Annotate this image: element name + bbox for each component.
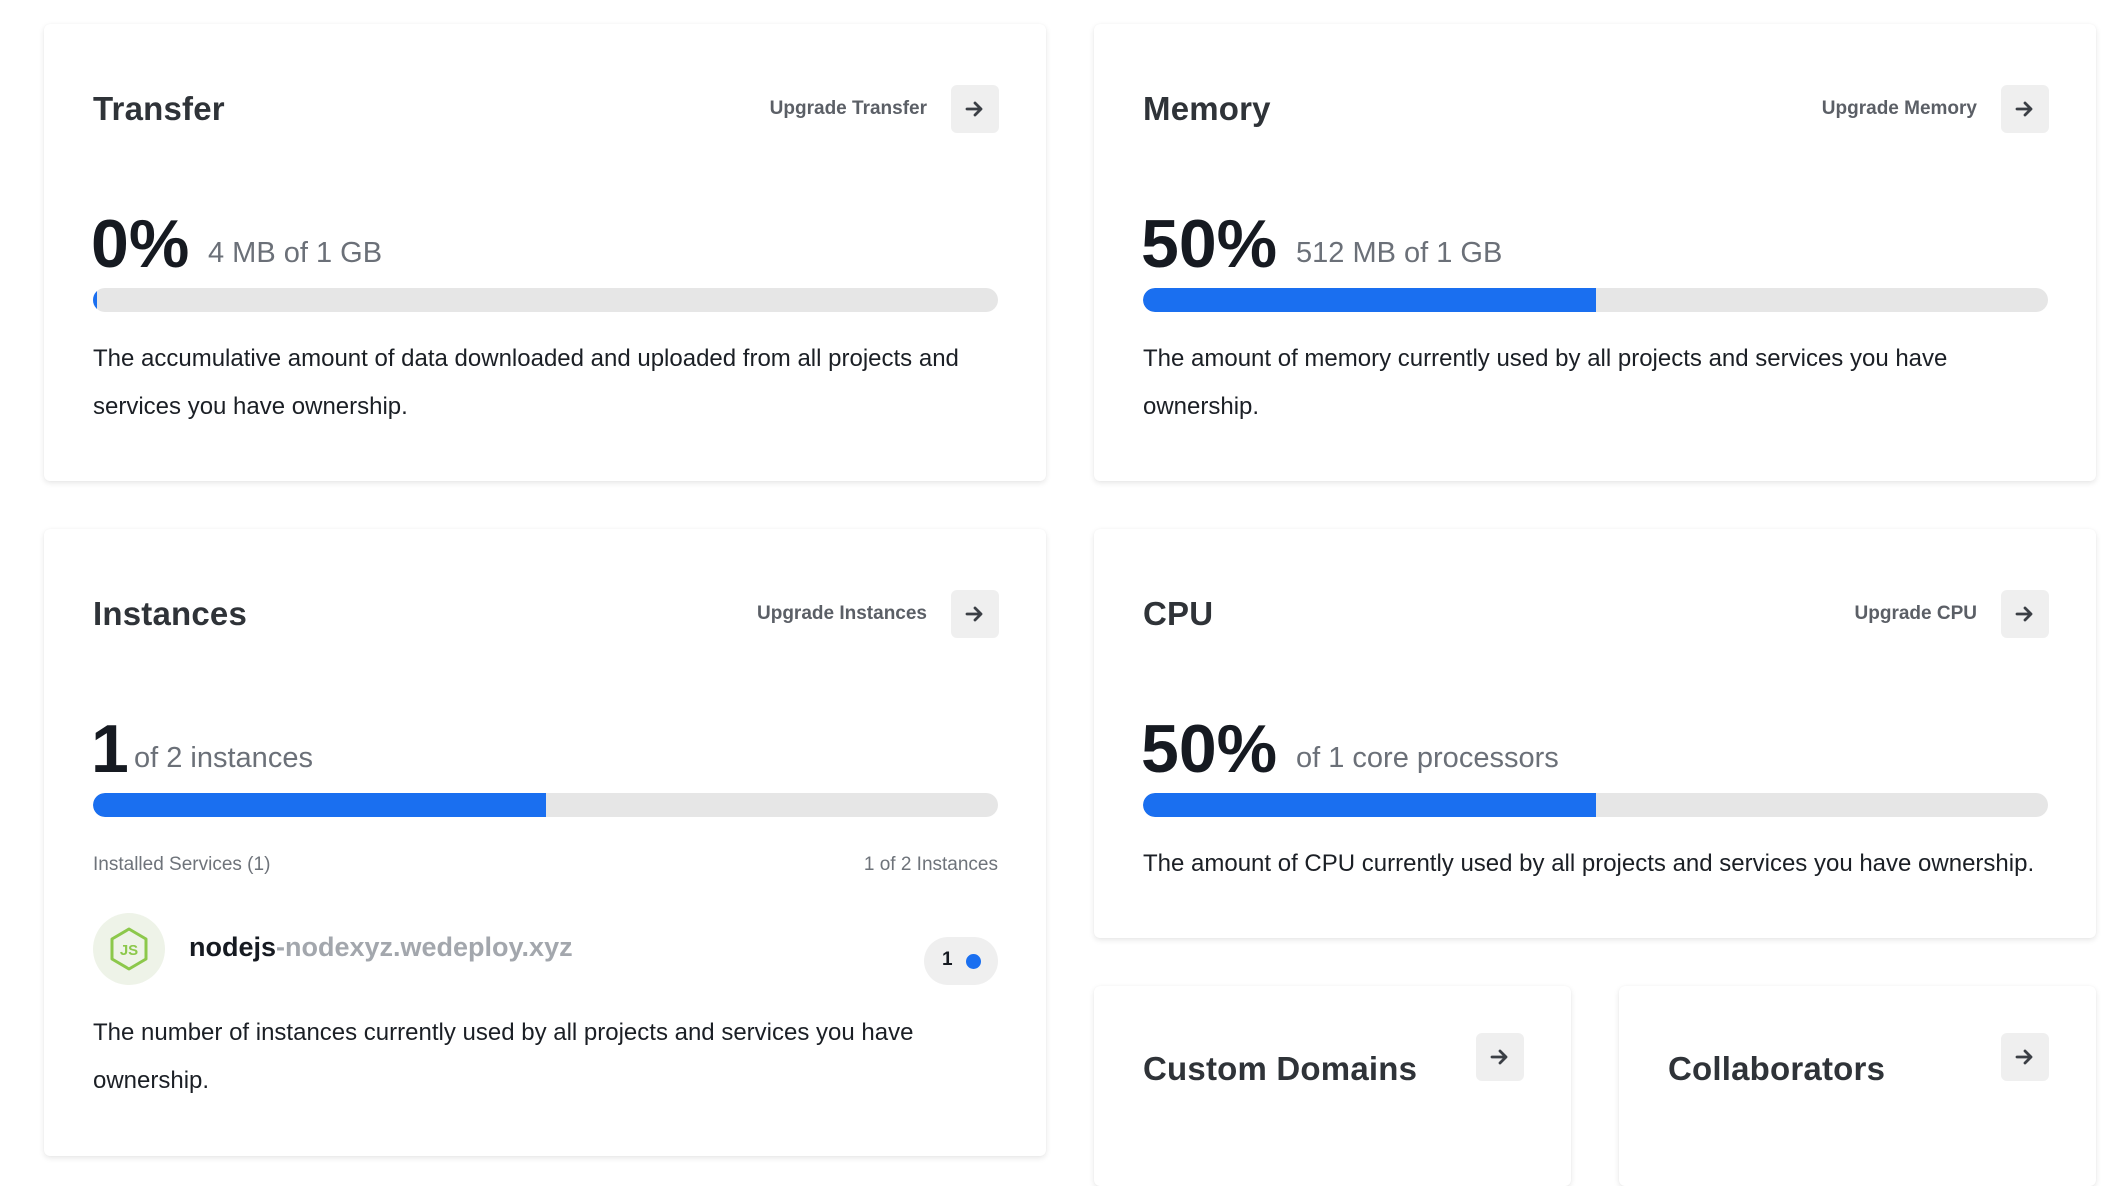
memory-detail: 512 MB of 1 GB <box>1296 237 1503 269</box>
memory-card: Memory Upgrade Memory 50% 512 MB of 1 GB… <box>1094 24 2096 481</box>
transfer-percent: 0% <box>91 206 190 282</box>
cpu-percent: 50% <box>1141 711 1278 787</box>
transfer-progress-fill <box>93 288 97 312</box>
instances-usage-label: 1 of 2 Instances <box>863 854 998 875</box>
service-instance-pill[interactable]: 1 <box>924 937 998 985</box>
custom-domains-arrow-button[interactable] <box>1476 1033 1524 1081</box>
transfer-progress-bar <box>93 288 998 312</box>
upgrade-instances-link[interactable]: Upgrade Instances <box>757 603 927 625</box>
instances-progress-fill <box>93 793 546 817</box>
instances-title: Instances <box>93 595 248 632</box>
service-domain: -nodexyz.wedeploy.xyz <box>276 932 573 962</box>
cpu-progress-bar <box>1143 793 2048 817</box>
custom-domains-card[interactable]: Custom Domains <box>1094 986 1571 1186</box>
upgrade-memory-link[interactable]: Upgrade Memory <box>1822 98 1977 120</box>
collaborators-card[interactable]: Collaborators <box>1619 986 2096 1186</box>
cpu-title: CPU <box>1143 595 1214 632</box>
status-dot <box>966 954 981 969</box>
service-name-main: nodejs <box>189 932 277 962</box>
cpu-arrow-button[interactable] <box>2001 590 2049 638</box>
transfer-arrow-button[interactable] <box>951 85 999 133</box>
svg-text:JS: JS <box>120 942 138 959</box>
arrow-right-icon <box>1490 1047 1510 1067</box>
instances-detail: of 2 instances <box>134 742 313 774</box>
cpu-description: The amount of CPU currently used by all … <box>1143 850 2035 877</box>
installed-services-label: Installed Services (1) <box>93 854 271 875</box>
collaborators-title: Collaborators <box>1668 1050 1886 1087</box>
cpu-card: CPU Upgrade CPU 50% of 1 core processors… <box>1094 529 2096 938</box>
transfer-detail: 4 MB of 1 GB <box>208 237 383 269</box>
upgrade-transfer-link[interactable]: Upgrade Transfer <box>770 98 927 120</box>
memory-progress-fill <box>1143 288 1596 312</box>
memory-percent: 50% <box>1141 206 1278 282</box>
instances-arrow-button[interactable] <box>951 590 999 638</box>
collaborators-arrow-button[interactable] <box>2001 1033 2049 1081</box>
service-name[interactable]: nodejs-nodexyz.wedeploy.xyz <box>189 932 573 963</box>
transfer-description: The accumulative amount of data download… <box>93 345 959 420</box>
arrow-right-icon <box>2015 1047 2035 1067</box>
arrow-right-icon <box>965 99 985 119</box>
instances-card: Instances Upgrade Instances 1 of 2 insta… <box>44 529 1046 1156</box>
memory-description: The amount of memory currently used by a… <box>1143 345 1948 420</box>
transfer-title: Transfer <box>93 90 225 127</box>
memory-title: Memory <box>1143 90 1271 127</box>
arrow-right-icon <box>2015 99 2035 119</box>
instances-progress-bar <box>93 793 998 817</box>
transfer-card: Transfer Upgrade Transfer 0% 4 MB of 1 G… <box>44 24 1046 481</box>
arrow-right-icon <box>2015 604 2035 624</box>
upgrade-cpu-link[interactable]: Upgrade CPU <box>1855 603 1977 625</box>
memory-progress-bar <box>1143 288 2048 312</box>
instances-count: 1 <box>91 711 129 787</box>
cpu-progress-fill <box>1143 793 1596 817</box>
service-instance-count: 1 <box>942 949 953 970</box>
memory-arrow-button[interactable] <box>2001 85 2049 133</box>
instances-description: The number of instances currently used b… <box>93 1019 914 1094</box>
nodejs-icon: JS <box>93 913 165 985</box>
arrow-right-icon <box>965 604 985 624</box>
cpu-detail: of 1 core processors <box>1296 742 1559 774</box>
custom-domains-title: Custom Domains <box>1143 1050 1418 1087</box>
